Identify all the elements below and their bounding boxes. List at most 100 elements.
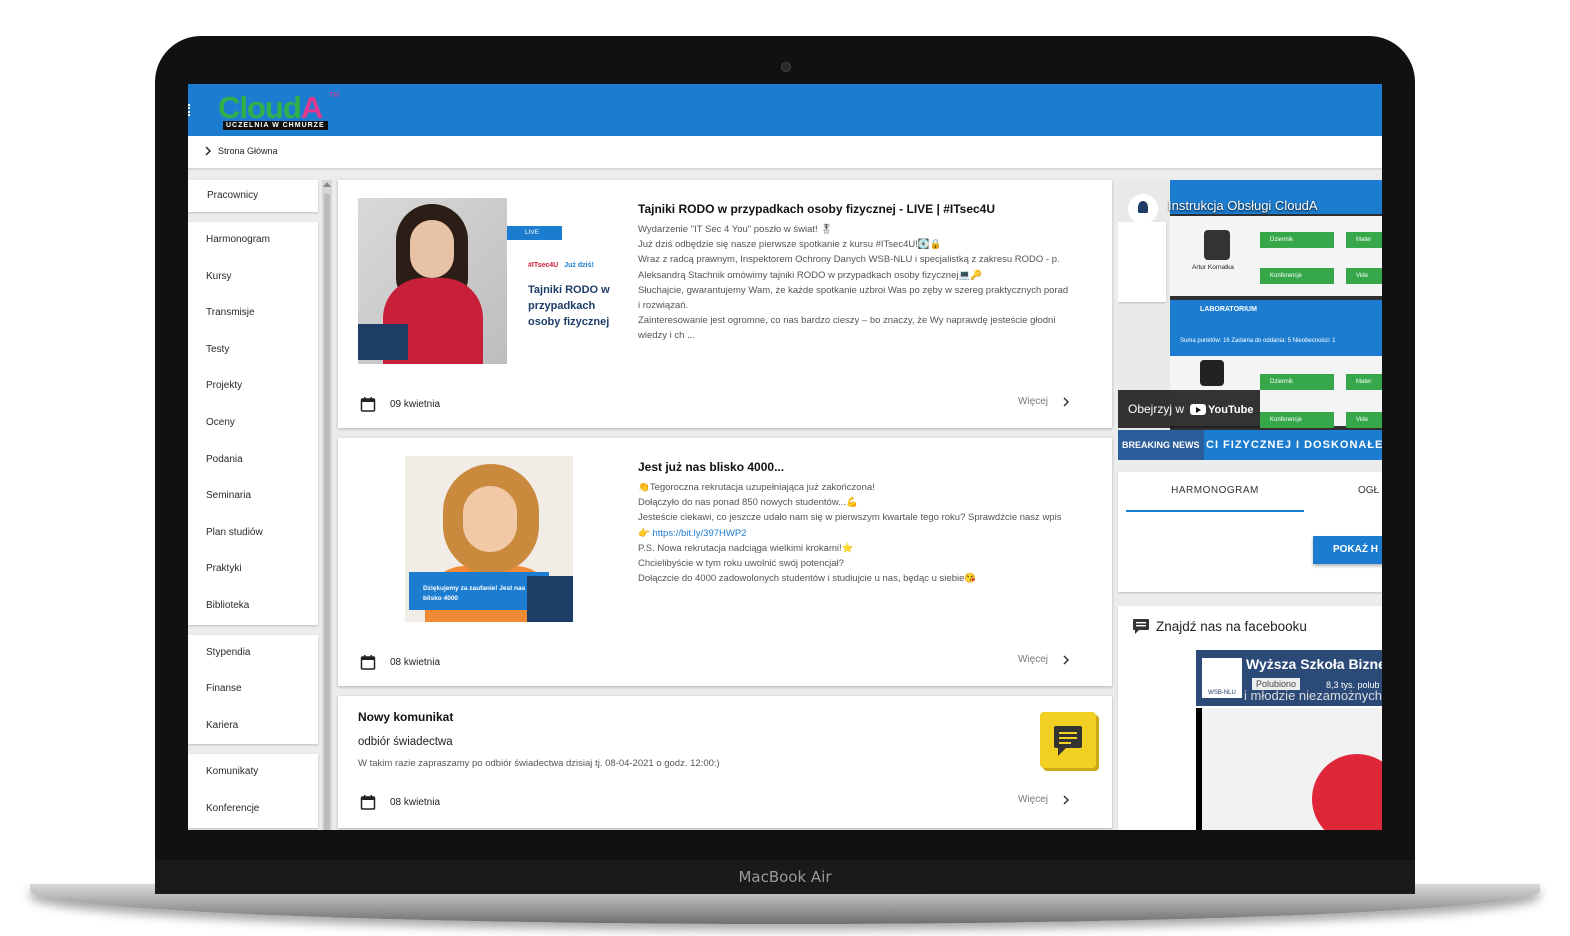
sidebar-item[interactable]: Transmisje [188,295,318,332]
sidebar: Pracownicy Harmonogram Kursy Transmisje Test… [188,180,318,830]
post-text-line: P.S. Nowa rekrutacja nadciąga wielkimi k… [638,542,854,554]
show-button[interactable]: POKAŻ H [1313,536,1382,564]
camera-icon [781,62,791,72]
notice-subtitle: odbiór świadectwa [358,736,453,748]
post-image-tags: #ITsec4U Już dziś! [528,262,594,269]
sidebar-item[interactable]: Seminaria [188,478,318,515]
top-bar: CloudA TM UCZELNIA W CHMURZE [188,84,1382,136]
sidebar-item[interactable]: Kursy [188,259,318,296]
post-text-line: Zainteresowanie jest ogromne, co nas bar… [638,315,1056,327]
scroll-up-icon[interactable] [323,182,331,187]
tab-harmonogram[interactable]: HARMONOGRAM [1126,472,1304,512]
video-button: Dziennik [1260,374,1334,390]
sidebar-item[interactable]: Kariera [188,708,318,745]
post-date: 08 kwietnia [360,654,440,670]
post-text-line: Dołączcie do 4000 zadowolonych studentów… [638,573,977,585]
sidebar-item[interactable]: Projekty [188,368,318,405]
calendar-icon [360,655,376,670]
video-button: Mater [1346,374,1382,390]
channel-avatar[interactable] [1128,194,1158,224]
post-text-line: Chcielibyście w tym roku uwolnić swój po… [638,558,844,570]
notice-text: W takim razie zapraszamy po odbiór świad… [358,758,720,769]
wsb-logo: WSB-NLU [1202,658,1242,698]
video-lab-label: LABORATORIUM [1200,306,1257,313]
more-link[interactable]: Więcej [1018,396,1070,407]
post-text-line: Już dziś odbędzie się nasze pierwsze spo… [638,239,942,251]
post-text-line: wiedzy i ch ... [638,330,696,342]
notice-card: Nowy komunikat odbiór świadectwa W takim… [338,696,1112,828]
sidebar-item[interactable]: Testy [188,332,318,369]
sidebar-item[interactable]: Komunikaty [188,754,318,791]
more-link[interactable]: Więcej [1018,654,1070,665]
sidebar-group: Harmonogram Kursy Transmisje Testy Projekty O… [188,222,318,625]
more-link[interactable]: Więcej [1018,794,1070,805]
sidebar-item[interactable]: Plan studiów [188,515,318,552]
app-screen: CloudA TM UCZELNIA W CHMURZE Strona Głów… [188,84,1382,830]
chevron-right-icon [1063,654,1070,665]
post-text: 👏Tegoroczna rekrutacja uzupełniająca już… [638,480,1061,586]
post-text: Wydarzenie "IT Sec 4 You" poszło w świat… [638,222,1068,344]
facebook-video[interactable] [1196,708,1382,830]
post-card: LIVE #ITsec4U Już dziś! Tajniki RODO w pr… [338,180,1112,428]
breaking-news-tag: BREAKING NEWS [1118,430,1204,460]
sidebar-group: Komunikaty Konferencje [188,754,318,828]
youtube-icon [1190,404,1207,416]
person-avatar [1204,230,1230,260]
video-person-name: Artur Kornatka [1192,264,1234,271]
post-date: 09 kwietnia [360,396,440,412]
tabs-card: HARMONOGRAM OGŁ POKAŻ H [1118,472,1382,592]
post-text-line: Słuchajcie, gwarantujemy Wam, że każde s… [638,284,1069,296]
chevron-right-icon [1063,794,1070,805]
sidebar-item[interactable]: Finanse [188,671,318,708]
sidebar-item[interactable]: Praktyki [188,551,318,588]
post-link[interactable]: 👉 https://bit.ly/397HWP2 [638,526,1061,541]
sidebar-item[interactable]: Konferencje [188,791,318,828]
tab-ogloszenia[interactable]: OGŁ [1358,472,1379,510]
sidebar-item[interactable]: Biblioteka [188,588,318,625]
sidebar-item[interactable]: Stypendia [188,635,318,672]
like-count: 8,3 tys. polub [1326,680,1380,690]
youtube-video[interactable]: Artur Kornatka Dziennik Konferencje Mate… [1118,180,1382,460]
right-column: Artur Kornatka Dziennik Konferencje Mate… [1118,180,1382,830]
laptop-mockup: MacBook Air CloudA TM UCZELNIA W CHMURZE… [0,0,1570,936]
sidebar-item[interactable]: Harmonogram [188,222,318,259]
notice-title[interactable]: Nowy komunikat [358,710,453,724]
sidebar-scrollbar[interactable] [322,180,332,830]
watch-on-youtube-button[interactable]: Obejrzyj w YouTube [1118,390,1260,428]
breadcrumb: Strona Główna [188,136,1382,168]
post-image[interactable]: Dziękujemy za zaufanie! Jest nas już bli… [405,456,573,622]
post-text-line: Jesteście ciekawi, co jeszcze udało nam … [638,512,1062,524]
chevron-right-icon [205,146,211,156]
news-ticker: CI FIZYCZNEJ I DOSKONAŁEJ BREAKING NEWS [1118,430,1382,460]
calendar-icon [360,397,376,412]
calendar-icon [360,795,376,810]
sidebar-item[interactable]: Oceny [188,405,318,442]
message-icon [1040,712,1096,768]
post-title[interactable]: Jest już nas blisko 4000... [638,460,784,474]
facebook-card: Znajdź nas na facebooku i młodzie niezam… [1118,606,1382,830]
video-button: Vide [1346,268,1382,284]
sidebar-item[interactable]: Podania [188,442,318,479]
post-image-headline: Tajniki RODO w przypadkach osoby fizyczn… [528,284,610,328]
post-text-line: Wraz z radcą prawnym, Inspektorem Ochron… [638,254,1060,266]
breadcrumb-home[interactable]: Strona Główna [218,146,278,156]
facebook-page-banner[interactable]: i młodzie niezamożnych rodzin WSB-NLU Wy… [1196,650,1382,706]
sidebar-item[interactable]: Pracownicy [188,180,318,212]
video-button: Konferencje [1260,268,1334,284]
menu-icon[interactable] [188,104,192,116]
post-text-line: Dołączyło do nas ponad 850 nowych studen… [638,497,858,509]
video-button: Konferencje [1260,412,1334,428]
facebook-page-name[interactable]: Wyższa Szkoła Bizne [1246,656,1382,672]
post-title[interactable]: Tajniki RODO w przypadkach osoby fizyczn… [638,202,995,216]
notice-date: 08 kwietnia [360,794,440,810]
like-button[interactable]: Polubiono [1252,678,1301,690]
live-badge: LIVE [507,226,562,240]
video-stats: Suma punktów: 16 Zadania do oddania: 5 N… [1180,338,1336,344]
post-image[interactable] [358,198,507,364]
video-button: Vide [1346,412,1382,428]
facebook-heading: Znajdź nas na facebooku [1156,618,1307,634]
sidebar-group: Pracownicy [188,180,318,212]
laptop-brand: MacBook Air [738,868,832,886]
video-title[interactable]: Instrukcja Obsługi CloudA [1168,198,1318,213]
app-logo[interactable]: CloudA TM UCZELNIA W CHMURZE [218,90,339,132]
